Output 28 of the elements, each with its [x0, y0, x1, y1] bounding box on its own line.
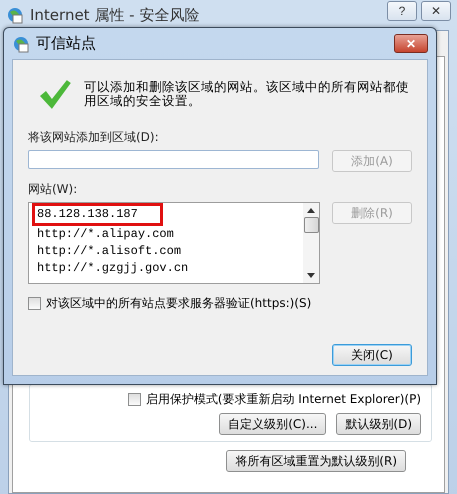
- list-label: 网站(W):: [28, 181, 78, 198]
- level-button[interactable]: 默认级别(D): [336, 413, 421, 435]
- checkbox-label: 对该区域中的所有站点要求服务器验证(https:)(S): [46, 295, 312, 312]
- level-button[interactable]: 自定义级别(C)...: [219, 413, 326, 435]
- globe-icon: [6, 6, 24, 24]
- field-label: 将该网站添加到区域(D):: [28, 129, 160, 146]
- dialog-title: 可信站点: [36, 34, 96, 53]
- site-item[interactable]: 88.128.138.187: [35, 206, 160, 223]
- title-bar-button[interactable]: ?: [387, 1, 417, 21]
- scroll-thumb[interactable]: [304, 217, 318, 233]
- checkbox[interactable]: [128, 393, 141, 406]
- site-list[interactable]: 88.128.138.187 http://*.alipay.com http://*.alisoft.com http://*.gzgjj.gov.cn: [28, 202, 320, 284]
- checkbox[interactable]: [28, 297, 41, 310]
- site-item[interactable]: http://*.gzgjj.gov.cn: [35, 260, 190, 277]
- message-text: 可以添加和删除该区域的网站。该区域中的所有网站都使用区域的安全设置。: [84, 80, 410, 108]
- window-title: Internet 属性 - 安全风险: [30, 6, 200, 24]
- site-input-field[interactable]: [28, 150, 319, 169]
- title-bar-button[interactable]: ✕: [421, 1, 451, 21]
- scroll-down-icon[interactable]: [307, 273, 315, 279]
- reset-button[interactable]: 将所有区域重置为默认级别(R): [226, 450, 406, 472]
- checkbox-label: 启用保护模式(要求重新启动 Internet Explorer)(P): [146, 391, 421, 408]
- site-item[interactable]: http://*.alipay.com: [35, 226, 176, 243]
- site-item[interactable]: http://*.alisoft.com: [35, 243, 184, 260]
- checkmark-icon: [38, 78, 72, 110]
- globe-icon: [12, 34, 30, 52]
- scroll-up-icon[interactable]: [307, 207, 315, 213]
- close-dialog-button[interactable]: 关闭(C): [332, 344, 412, 366]
- scrollbar[interactable]: [303, 203, 319, 283]
